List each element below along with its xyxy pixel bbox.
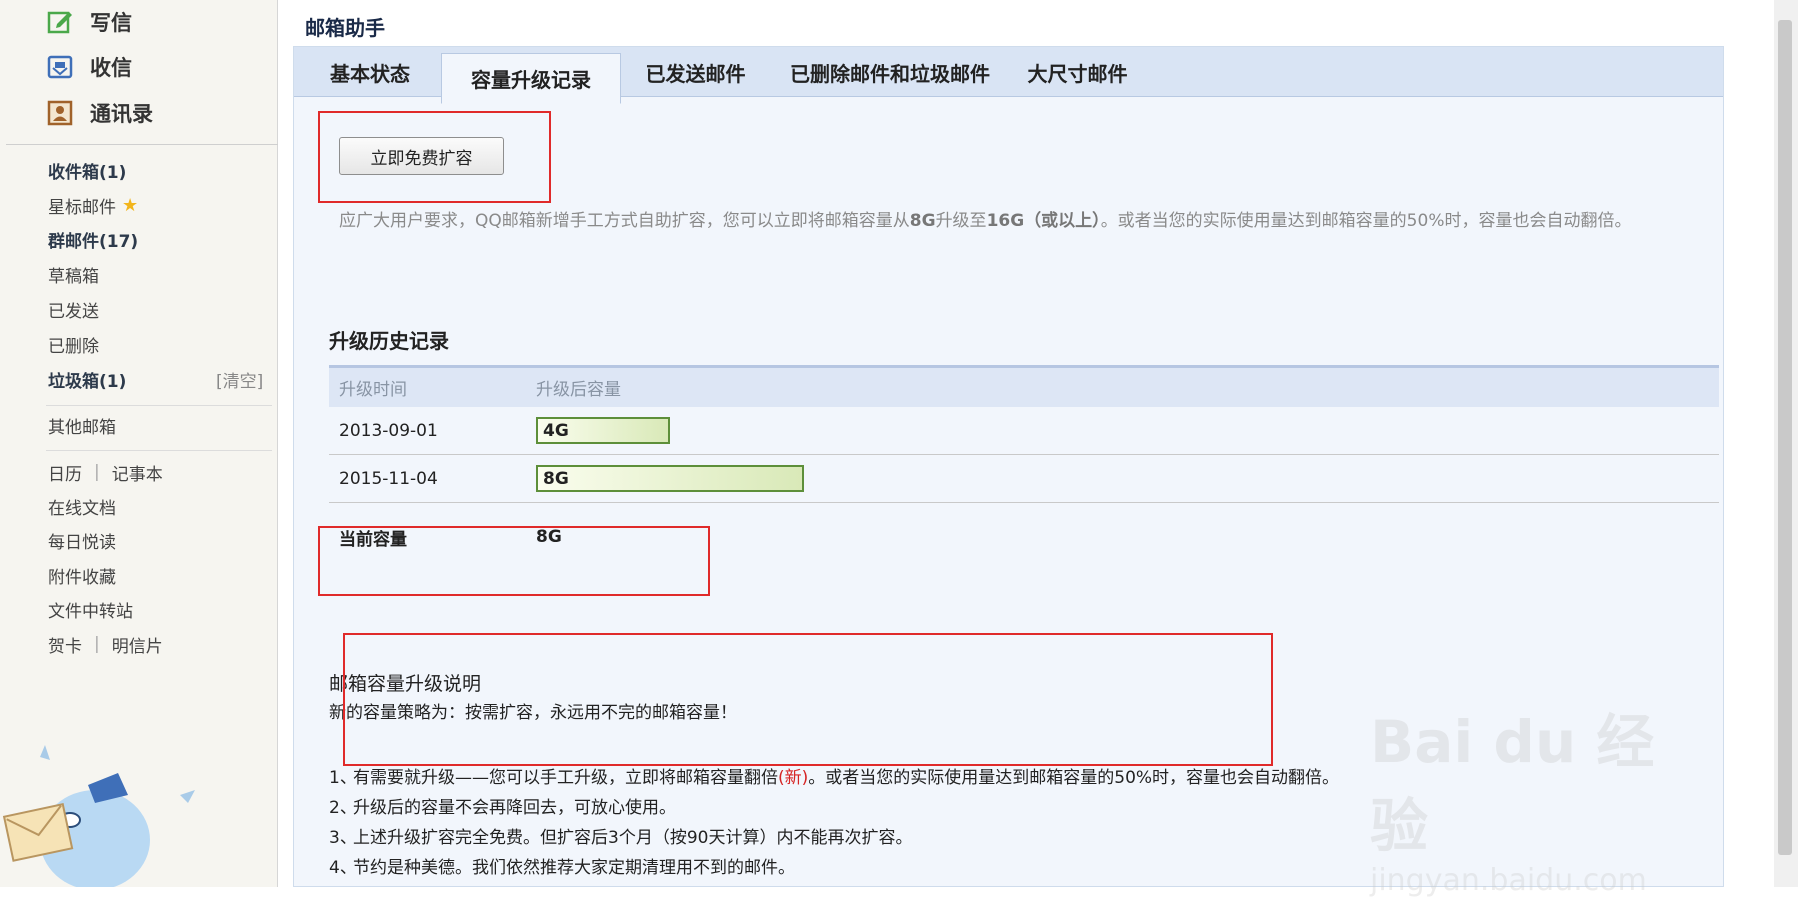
table-row: 2013-09-01 4G	[329, 407, 1719, 455]
desc-text: 升级至	[935, 211, 987, 231]
divider	[46, 450, 272, 451]
rule-number: 3、	[329, 828, 357, 848]
other-mailbox-label: 其他邮箱	[48, 417, 116, 438]
greeting-card-link[interactable]: 贺卡	[48, 632, 82, 657]
tab-deleted-spam[interactable]: 已删除邮件和垃圾邮件	[770, 47, 1010, 97]
header-time: 升级时间	[339, 380, 407, 400]
page-scrollbar[interactable]	[1774, 0, 1798, 887]
rule-text: 有需要就升级——您可以手工升级，立即将邮箱容量翻倍	[353, 768, 778, 788]
rule-number: 1、	[329, 768, 357, 788]
folder-label: 已发送	[48, 301, 99, 322]
rule-text: 上述升级扩容完全免费。但扩容后3个月（按90天计算）内不能再次扩容。	[353, 828, 913, 848]
folder-label: 群邮件(17)	[48, 231, 139, 252]
folder-label: 已删除	[48, 336, 99, 357]
daily-read-link[interactable]: 每日悦读	[48, 525, 116, 555]
file-transfer-link[interactable]: 文件中转站	[48, 594, 133, 624]
folder-group[interactable]: 群邮件(17)	[48, 224, 138, 254]
rule-item: 4、节约是种美德。我们依然推荐大家定期清理用不到的邮件。	[329, 853, 1339, 883]
other-mailbox-link[interactable]: 其他邮箱	[48, 410, 116, 440]
separator: |	[94, 634, 100, 654]
inbox-tray-icon	[46, 53, 74, 81]
new-tag: (新)	[778, 768, 809, 788]
separator: |	[94, 462, 100, 482]
row-date: 2015-11-04	[339, 468, 438, 489]
notepad-link[interactable]: 记事本	[112, 460, 163, 485]
rule-item: 2、升级后的容量不会再降回去，可放心使用。	[329, 793, 1339, 823]
folder-label: 草稿箱	[48, 266, 99, 287]
contacts-link[interactable]: 通讯录	[46, 96, 153, 130]
folder-sent[interactable]: 已发送	[48, 294, 99, 324]
desc-text: 。或者当您的实际使用量达到邮箱容量的50%时，容量也会自动翻倍。	[1100, 211, 1632, 231]
online-docs-link[interactable]: 在线文档	[48, 491, 116, 521]
rule-text: 升级后的容量不会再降回去，可放心使用。	[353, 798, 676, 818]
tools-row-calendar: 日历 | 记事本	[48, 457, 163, 487]
receive-link[interactable]: 收信	[46, 50, 132, 84]
rule-text: 。或者当您的实际使用量达到邮箱容量的50%时，容量也会自动翻倍。	[808, 768, 1340, 788]
rule-text: 节约是种美德。我们依然推荐大家定期清理用不到的邮件。	[353, 858, 795, 878]
star-icon: ★	[122, 194, 139, 216]
attachments-label: 附件收藏	[48, 567, 116, 588]
row-date: 2013-09-01	[339, 420, 438, 441]
scrollbar-thumb[interactable]	[1778, 20, 1792, 855]
tools-row-cards: 贺卡 | 明信片	[48, 629, 163, 659]
tab-basic-status[interactable]: 基本状态	[294, 47, 446, 97]
folder-drafts[interactable]: 草稿箱	[48, 259, 99, 289]
daily-read-label: 每日悦读	[48, 532, 116, 553]
postcard-link[interactable]: 明信片	[112, 632, 163, 657]
rule-item: 1、有需要就升级——您可以手工升级，立即将邮箱容量翻倍(新)。或者当您的实际使用…	[329, 763, 1339, 793]
contacts-label: 通讯录	[90, 102, 153, 126]
rule-item: 3、上述升级扩容完全免费。但扩容后3个月（按90天计算）内不能再次扩容。	[329, 823, 1339, 853]
helper-panel: 基本状态 容量升级记录 已发送邮件 已删除邮件和垃圾邮件 大尺寸邮件 立即免费扩…	[293, 46, 1724, 887]
table-row: 2015-11-04 8G	[329, 455, 1719, 503]
tab-upgrade-history[interactable]: 容量升级记录	[441, 53, 621, 104]
main-content: 邮箱助手 基本状态 容量升级记录 已发送邮件 已删除邮件和垃圾邮件 大尺寸邮件 …	[279, 0, 1774, 887]
desc-text: 应广大用户要求，QQ邮箱新增手工方式自助扩容，您可以立即将邮箱容量从	[339, 211, 910, 231]
folder-label: 垃圾箱(1)	[48, 371, 127, 392]
folder-deleted[interactable]: 已删除	[48, 329, 99, 359]
compose-link[interactable]: 写信	[46, 5, 132, 39]
tab-sent-mail[interactable]: 已发送邮件	[623, 47, 768, 97]
table-header: 升级时间 升级后容量	[329, 365, 1719, 407]
calendar-link[interactable]: 日历	[48, 460, 82, 485]
desc-new-size: 16G（或以上）	[986, 211, 1101, 231]
history-title: 升级历史记录	[329, 329, 449, 353]
compose-icon	[46, 8, 74, 36]
free-expand-button[interactable]: 立即免费扩容	[339, 137, 504, 175]
file-transfer-label: 文件中转站	[48, 601, 133, 622]
receive-label: 收信	[90, 56, 132, 80]
compose-label: 写信	[90, 11, 132, 35]
header-capacity: 升级后容量	[536, 380, 621, 400]
divider	[6, 144, 278, 145]
rule-number: 2、	[329, 798, 357, 818]
folder-label: 星标邮件	[48, 197, 116, 218]
attachments-link[interactable]: 附件收藏	[48, 560, 116, 590]
tab-large-mail[interactable]: 大尺寸邮件	[1010, 47, 1145, 97]
folder-spam[interactable]: 垃圾箱(1)	[48, 364, 126, 394]
clear-spam-link[interactable]: [清空]	[216, 364, 263, 394]
desc-old-size: 8G	[909, 211, 936, 231]
folder-starred[interactable]: 星标邮件 ★	[48, 190, 138, 220]
rule-number: 4、	[329, 858, 357, 878]
divider	[46, 405, 272, 406]
capacity-bar: 8G	[536, 465, 804, 492]
capacity-bar: 4G	[536, 417, 670, 444]
highlight-box	[343, 633, 1273, 766]
page-title: 邮箱助手	[305, 16, 385, 40]
tab-bar: 基本状态 容量升级记录 已发送邮件 已删除邮件和垃圾邮件 大尺寸邮件	[294, 47, 1723, 104]
sidebar: 写信 收信 通讯录 收件箱(1) 星标邮件 ★ 群邮件(17) 草稿箱 已发送 已…	[0, 0, 278, 887]
contacts-icon	[46, 99, 74, 127]
upgrade-description: 应广大用户要求，QQ邮箱新增手工方式自助扩容，您可以立即将邮箱容量从8G升级至1…	[339, 199, 1709, 244]
highlight-box	[318, 526, 710, 596]
mascot-illustration	[2, 745, 195, 887]
online-docs-label: 在线文档	[48, 498, 116, 519]
rules-list: 1、有需要就升级——您可以手工升级，立即将邮箱容量翻倍(新)。或者当您的实际使用…	[329, 763, 1339, 883]
folder-label: 收件箱(1)	[48, 162, 127, 183]
folder-inbox[interactable]: 收件箱(1)	[48, 155, 126, 185]
